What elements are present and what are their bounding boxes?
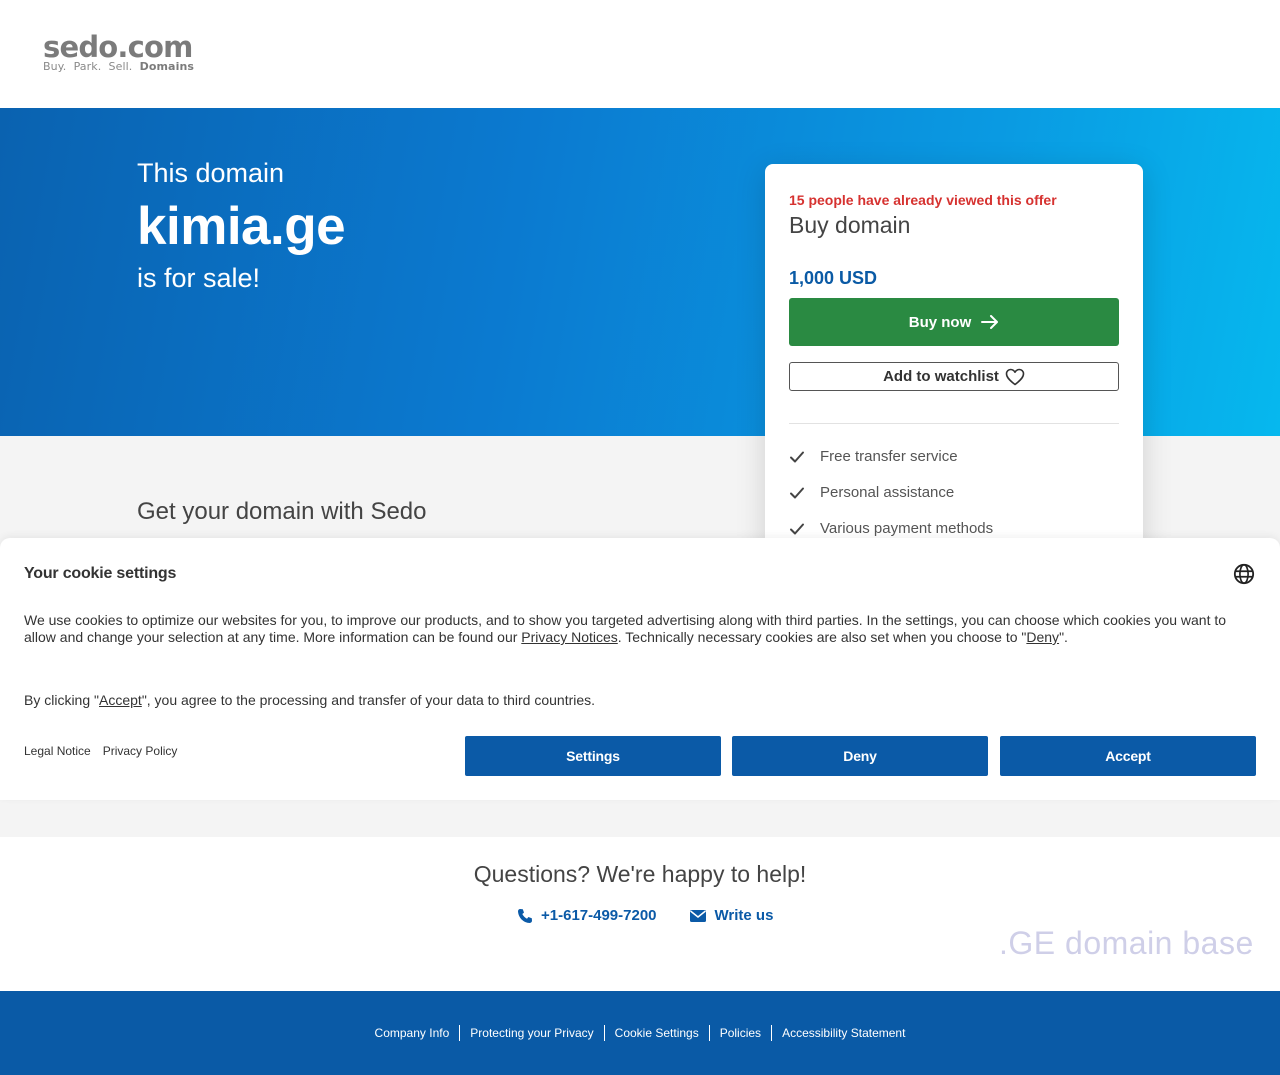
watchlist-label: Add to watchlist: [883, 368, 999, 385]
hero-pretitle: This domain: [137, 158, 285, 188]
section-title: Get your domain with Sedo: [137, 498, 427, 525]
privacy-notices-link[interactable]: Privacy Notices: [521, 629, 617, 645]
logo-tag-buy: Buy.: [43, 60, 67, 73]
legal-notice-link[interactable]: Legal Notice: [24, 744, 91, 758]
help-title: Questions? We're happy to help!: [473, 861, 807, 887]
privacy-policy-link[interactable]: Privacy Policy: [103, 744, 178, 758]
consent-text-a: By clicking ": [24, 692, 99, 708]
price: 1,000 USD: [789, 268, 878, 288]
phone-number: +1-617-499-7200: [541, 907, 657, 924]
footer-link-company-info[interactable]: Company Info: [365, 1025, 460, 1041]
offer-card: 15 people have already viewed this offer…: [765, 164, 1143, 584]
checkmark-icon: [790, 451, 804, 462]
sedo-logo[interactable]: sedo.com Buy. Park. Sell. Domains: [43, 32, 194, 73]
cookie-settings-button[interactable]: Settings: [465, 736, 721, 776]
cookie-legal-links: Legal Notice Privacy Policy: [24, 744, 177, 758]
cookie-text-c: ".: [1059, 629, 1068, 645]
feature-item: Personal assistance: [789, 484, 954, 501]
cookie-text-b: . Technically necessary cookies are also…: [617, 629, 1027, 645]
help-section: Questions? We're happy to help! +1-617-4…: [0, 837, 1280, 991]
cookie-consent-note: By clicking "Accept", you agree to the p…: [24, 692, 595, 708]
feature-item: Various payment methods: [789, 520, 993, 537]
cookie-title: Your cookie settings: [24, 565, 177, 582]
cookie-description: We use cookies to optimize our websites …: [24, 612, 1254, 646]
views-notice: 15 people have already viewed this offer: [789, 192, 1057, 208]
help-contact-links: +1-617-499-7200 Write us: [517, 907, 773, 924]
logo-wordmark: sedo.com: [43, 30, 193, 64]
ge-domain-base-watermark: .GE domain base: [999, 925, 1254, 961]
phone-link[interactable]: +1-617-499-7200: [517, 907, 657, 924]
buy-now-label: Buy now: [908, 313, 972, 331]
globe-language-icon[interactable]: [1233, 563, 1255, 585]
footer-link-cookie-settings[interactable]: Cookie Settings: [603, 1025, 709, 1041]
cookie-deny-button[interactable]: Deny: [732, 736, 988, 776]
domain-name: kimia.ge: [137, 197, 346, 256]
footer-links: Company Info Protecting your Privacy Coo…: [0, 1025, 1280, 1041]
footer-link-accessibility[interactable]: Accessibility Statement: [771, 1025, 915, 1041]
footer-link-policies[interactable]: Policies: [708, 1025, 771, 1041]
consent-text-b: ", you agree to the processing and trans…: [141, 692, 596, 708]
accept-inline-link[interactable]: Accept: [99, 692, 142, 708]
site-header: sedo.com Buy. Park. Sell. Domains: [0, 0, 1280, 108]
feature-item: Free transfer service: [789, 448, 958, 465]
hero-text: This domain kimia.ge is for sale!: [137, 156, 346, 296]
write-us-link[interactable]: Write us: [689, 907, 774, 924]
add-to-watchlist-button[interactable]: Add to watchlist: [789, 362, 1119, 391]
logo-tagline: Buy. Park. Sell. Domains: [43, 61, 194, 73]
buy-now-button[interactable]: Buy now: [789, 298, 1119, 346]
cookie-banner: Your cookie settings We use cookies to o…: [0, 538, 1280, 800]
logo-tag-park: Park.: [73, 60, 102, 73]
heart-icon: [1005, 368, 1025, 385]
site-footer: Company Info Protecting your Privacy Coo…: [0, 991, 1280, 1075]
logo-tag-domains: Domains: [139, 60, 195, 73]
card-title: Buy domain: [789, 212, 911, 238]
logo-tag-sell: Sell.: [108, 60, 133, 73]
write-us-label: Write us: [714, 907, 774, 924]
feature-label: Personal assistance: [820, 484, 955, 501]
phone-icon: [518, 908, 532, 923]
footer-link-privacy[interactable]: Protecting your Privacy: [459, 1025, 603, 1041]
envelope-icon: [689, 909, 706, 922]
checkmark-icon: [790, 523, 804, 534]
arrow-right-icon: [981, 315, 999, 329]
cookie-accept-button[interactable]: Accept: [1000, 736, 1256, 776]
checkmark-icon: [790, 487, 804, 498]
hero-subtitle: is for sale!: [137, 263, 261, 293]
deny-inline-link[interactable]: Deny: [1026, 629, 1059, 645]
feature-label: Free transfer service: [820, 448, 958, 465]
card-divider: [789, 423, 1119, 424]
feature-label: Various payment methods: [820, 520, 994, 537]
